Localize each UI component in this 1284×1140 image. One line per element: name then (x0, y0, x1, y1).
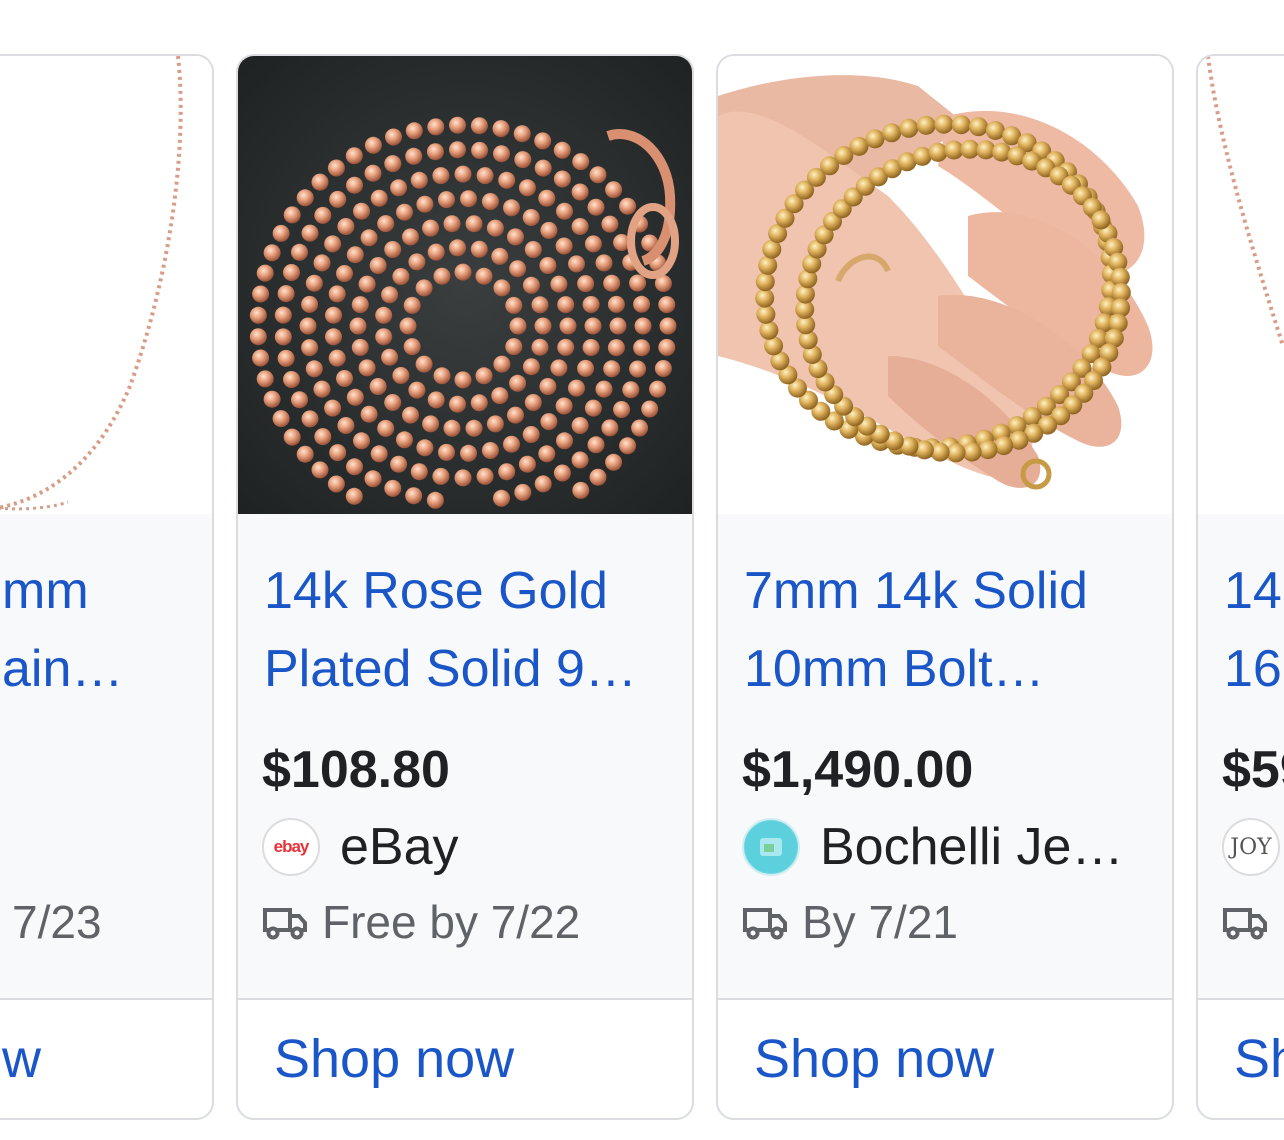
rose-gold-bead-chain-image-icon (238, 56, 692, 514)
shopping-carousel[interactable]: mm ain… 7/23 w 14k Rose Gold Plated Soli… (0, 0, 1284, 1140)
product-title-line-2: ain… (2, 640, 124, 698)
seller-name: Bochelli Je… (820, 818, 1124, 876)
product-card[interactable]: 14k Rose Gold Plated Solid 9… $108.80 eb… (236, 54, 694, 1120)
product-title-line-2: Plated Solid 9… (264, 640, 637, 698)
bochelli-logo-icon (742, 818, 800, 876)
product-title-line-2: 16 (1224, 640, 1282, 698)
product-title[interactable]: 14k Rose Gold Plated Solid 9… (264, 552, 674, 708)
seller-info[interactable]: Bochelli Je… (742, 816, 1162, 878)
product-card[interactable]: 7mm 14k Solid 10mm Bolt… $1,490.00 Boche… (716, 54, 1174, 1120)
shop-now-button[interactable]: Shop now (754, 1028, 994, 1090)
ebay-logo-icon: ebay (262, 818, 320, 876)
product-price: $108.80 (262, 741, 450, 799)
delivery-text: Free by 7/22 (322, 896, 581, 948)
product-title-line-1: 7mm 14k Solid (744, 562, 1088, 620)
joy-logo-text: JOY (1230, 834, 1272, 860)
delivery-text: 7/23 (12, 896, 102, 948)
product-image[interactable] (718, 56, 1172, 514)
delivery-info (1222, 892, 1268, 952)
product-title-line-1: mm (2, 562, 89, 620)
top-edge (0, 0, 1284, 8)
delivery-info: By 7/21 (742, 892, 958, 952)
card-action-area: Shop now (238, 1000, 692, 1118)
product-image[interactable] (238, 56, 692, 514)
product-image[interactable] (0, 56, 212, 514)
seller-info[interactable]: JOY (1222, 816, 1284, 878)
product-title[interactable]: 7mm 14k Solid 10mm Bolt… (744, 552, 1154, 708)
shop-now-button[interactable]: Shop now (274, 1028, 514, 1090)
product-card[interactable]: mm ain… 7/23 w (0, 54, 214, 1120)
product-price: $59 (1222, 741, 1284, 799)
joy-logo-icon: JOY (1222, 818, 1280, 876)
product-price: $1,490.00 (742, 741, 974, 799)
card-action-area: Shop now (718, 1000, 1172, 1118)
rose-gold-chain-image-icon (1198, 56, 1284, 514)
gold-bead-necklace-in-hand-image-icon (718, 56, 1172, 514)
rose-gold-chain-image-icon (0, 56, 212, 514)
product-title[interactable]: 14 16 (1224, 552, 1284, 708)
ebay-logo-text: ebay (273, 837, 310, 856)
shop-now-button[interactable]: Sh (1234, 1028, 1284, 1090)
delivery-truck-icon (1223, 908, 1267, 940)
product-card[interactable]: 14 16 $59 JOY Sh (1196, 54, 1284, 1120)
shop-now-button[interactable]: w (2, 1028, 41, 1090)
seller-info[interactable]: ebay eBay (262, 816, 682, 878)
product-title-line-1: 14k Rose Gold (264, 562, 608, 620)
card-action-area: w (0, 1000, 212, 1118)
product-image[interactable] (1198, 56, 1284, 514)
delivery-info: 7/23 (12, 892, 102, 952)
product-title[interactable]: mm ain… (0, 552, 212, 708)
delivery-truck-icon (743, 908, 787, 940)
product-title-line-2: 10mm Bolt… (744, 640, 1045, 698)
delivery-info: Free by 7/22 (262, 892, 580, 952)
bochelli-store-icon (745, 821, 797, 873)
product-title-line-1: 14 (1224, 562, 1282, 620)
delivery-text: By 7/21 (802, 896, 958, 948)
card-action-area: Sh (1198, 1000, 1284, 1118)
delivery-truck-icon (263, 908, 307, 940)
seller-name: eBay (340, 818, 459, 876)
